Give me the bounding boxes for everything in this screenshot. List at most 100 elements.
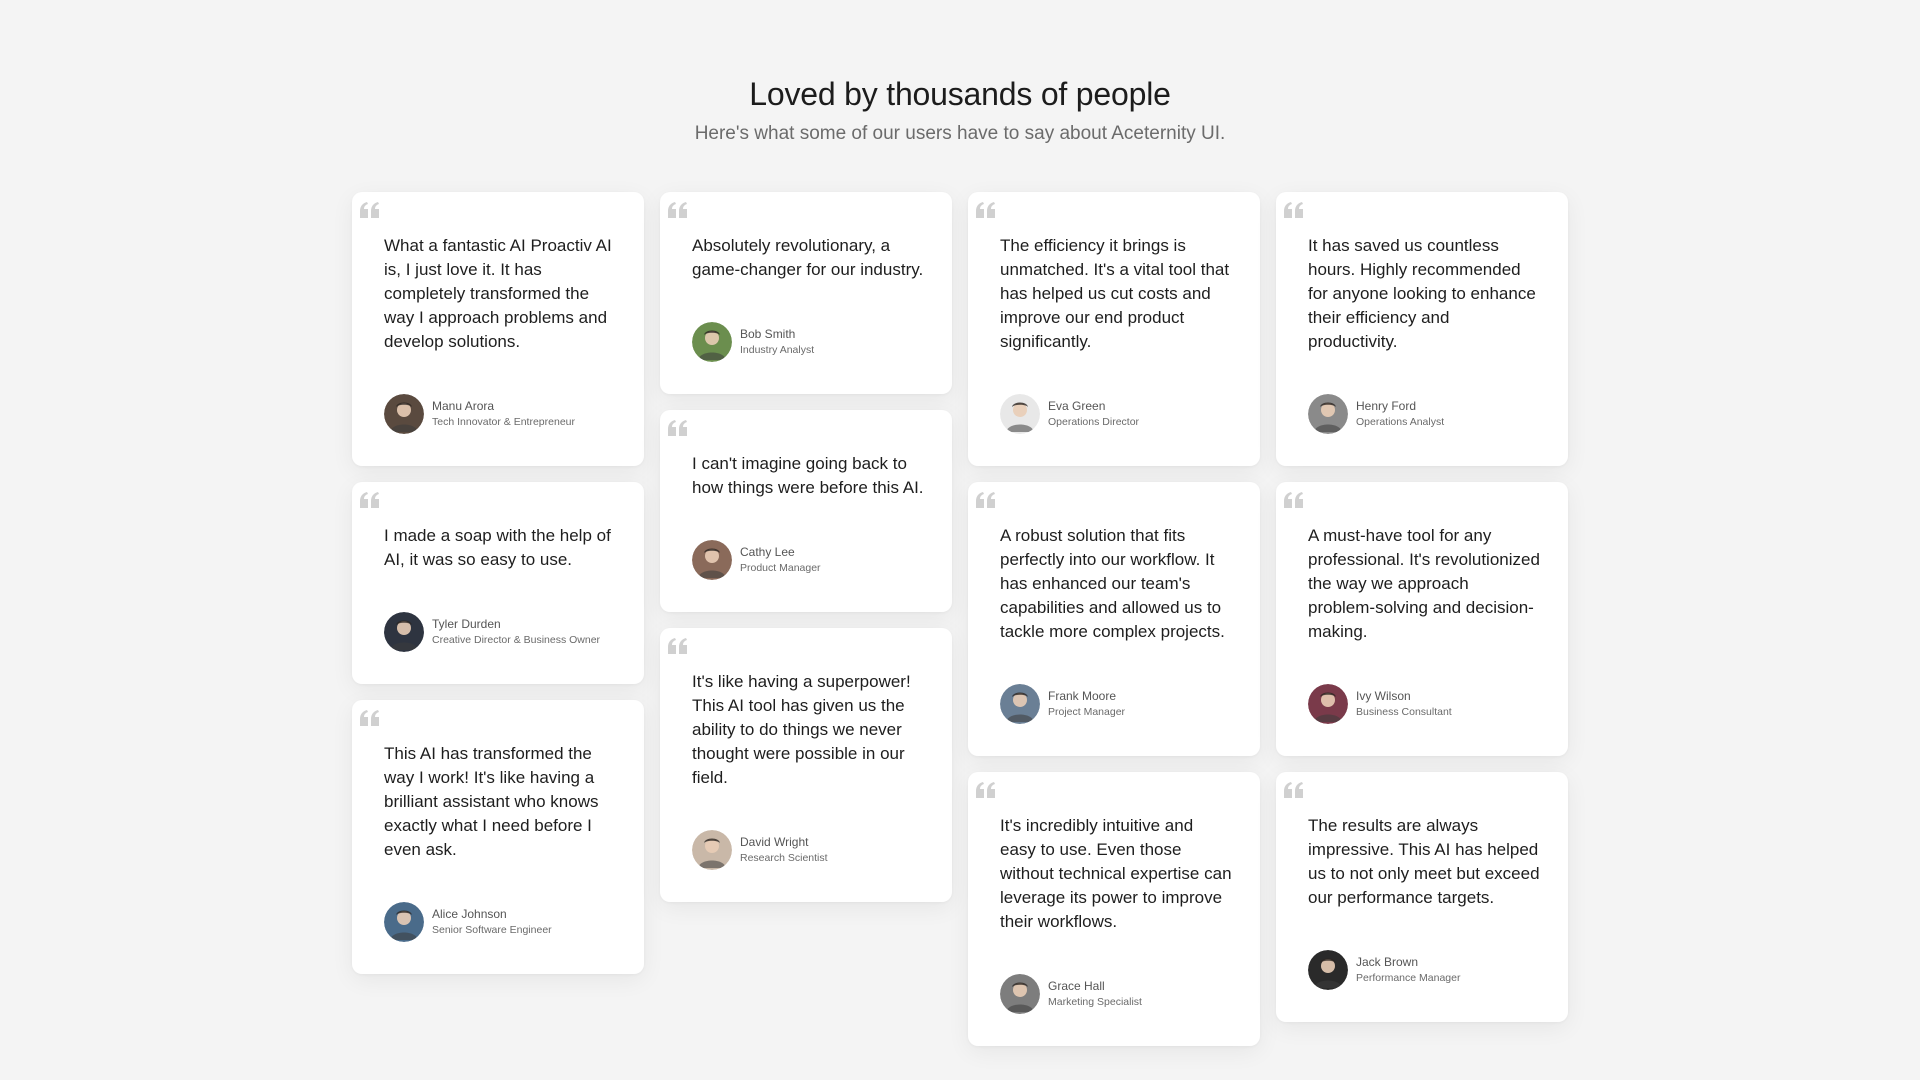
- quote-icon: [360, 202, 380, 218]
- author-info: Jack Brown Performance Manager: [1356, 955, 1460, 985]
- testimonial-card: What a fantastic AI Proactiv AI is, I ju…: [352, 192, 644, 466]
- author-role: Research Scientist: [740, 852, 828, 864]
- page-title: Loved by thousands of people: [749, 76, 1171, 112]
- author-name: Manu Arora: [432, 399, 495, 413]
- testimonial-quote: I can't imagine going back to how things…: [692, 454, 924, 497]
- testimonial-quote: The results are always impressive. This …: [1308, 816, 1540, 907]
- testimonial-card: Absolutely revolutionary, a game-changer…: [660, 192, 952, 394]
- author-info: Eva Green Operations Director: [1048, 399, 1139, 429]
- avatar-bob-smith: [692, 322, 732, 362]
- testimonial-author: David Wright Research Scientist: [692, 830, 924, 870]
- author-name: Eva Green: [1048, 399, 1106, 413]
- testimonial-card: I made a soap with the help of AI, it wa…: [352, 482, 644, 684]
- testimonial-column: The efficiency it brings is unmatched. I…: [968, 192, 1260, 1046]
- testimonial-card: It's like having a superpower! This AI t…: [660, 628, 952, 902]
- author-name: Tyler Durden: [432, 617, 501, 631]
- testimonial-column: Absolutely revolutionary, a game-changer…: [660, 192, 952, 1046]
- testimonial-author: Ivy Wilson Business Consultant: [1308, 684, 1540, 724]
- quote-icon: [1284, 782, 1304, 798]
- quote-icon: [1284, 492, 1304, 508]
- avatar-ivy-wilson: [1308, 684, 1348, 724]
- avatar-jack-brown: [1308, 950, 1348, 990]
- testimonials-grid: What a fantastic AI Proactiv AI is, I ju…: [352, 192, 1568, 1046]
- testimonial-author: Manu Arora Tech Innovator & Entrepreneur: [384, 394, 616, 434]
- author-info: Cathy Lee Product Manager: [740, 545, 821, 575]
- author-name: Jack Brown: [1356, 955, 1419, 969]
- testimonial-quote: I made a soap with the help of AI, it wa…: [384, 526, 611, 569]
- author-role: Product Manager: [740, 562, 821, 574]
- author-info: Grace Hall Marketing Specialist: [1048, 979, 1142, 1009]
- avatar-david-wright: [692, 830, 732, 870]
- author-name: Ivy Wilson: [1356, 689, 1411, 703]
- page-subtitle: Here's what some of our users have to sa…: [694, 123, 1226, 144]
- author-info: David Wright Research Scientist: [740, 835, 828, 865]
- author-role: Senior Software Engineer: [432, 924, 552, 936]
- quote-icon: [1284, 202, 1304, 218]
- author-name: Henry Ford: [1356, 399, 1417, 413]
- testimonial-card: This AI has transformed the way I work! …: [352, 700, 644, 974]
- testimonial-column: What a fantastic AI Proactiv AI is, I ju…: [352, 192, 644, 1046]
- author-role: Operations Analyst: [1356, 416, 1445, 428]
- quote-icon: [976, 492, 996, 508]
- quote-icon: [976, 782, 996, 798]
- testimonial-column: It has saved us countless hours. Highly …: [1276, 192, 1568, 1046]
- quote-icon: [976, 202, 996, 218]
- testimonial-quote: It has saved us countless hours. Highly …: [1308, 236, 1536, 351]
- quote-icon: [668, 420, 688, 436]
- testimonial-card: A robust solution that fits perfectly in…: [968, 482, 1260, 756]
- testimonial-author: Tyler Durden Creative Director & Business…: [384, 612, 616, 652]
- author-role: Tech Innovator & Entrepreneur: [432, 416, 576, 428]
- testimonial-quote: It's incredibly intuitive and easy to us…: [1000, 816, 1232, 931]
- author-info: Manu Arora Tech Innovator & Entrepreneur: [432, 399, 575, 429]
- testimonial-card: The results are always impressive. This …: [1276, 772, 1568, 1022]
- author-role: Marketing Specialist: [1048, 996, 1142, 1008]
- avatar-grace-hall: [1000, 974, 1040, 1014]
- testimonial-quote: A must-have tool for any professional. I…: [1308, 526, 1540, 641]
- author-role: Performance Manager: [1356, 972, 1461, 984]
- testimonial-author: Frank Moore Project Manager: [1000, 684, 1232, 724]
- testimonial-quote: What a fantastic AI Proactiv AI is, I ju…: [384, 236, 612, 351]
- author-name: David Wright: [740, 835, 809, 849]
- testimonial-quote: This AI has transformed the way I work! …: [384, 744, 599, 859]
- avatar-tyler-durden: [384, 612, 424, 652]
- avatar-alice-johnson: [384, 902, 424, 942]
- author-name: Alice Johnson: [432, 907, 507, 921]
- testimonial-author: Eva Green Operations Director: [1000, 394, 1232, 434]
- testimonial-author: Bob Smith Industry Analyst: [692, 322, 924, 362]
- testimonial-card: I can't imagine going back to how things…: [660, 410, 952, 612]
- author-info: Ivy Wilson Business Consultant: [1356, 689, 1452, 719]
- testimonials-header: Loved by thousands of people Here's what…: [0, 76, 1920, 145]
- testimonial-quote: It's like having a superpower! This AI t…: [692, 672, 911, 787]
- author-info: Frank Moore Project Manager: [1048, 689, 1125, 719]
- testimonial-author: Henry Ford Operations Analyst: [1308, 394, 1540, 434]
- testimonial-author: Cathy Lee Product Manager: [692, 540, 924, 580]
- author-name: Cathy Lee: [740, 545, 795, 559]
- avatar-manu-arora: [384, 394, 424, 434]
- author-role: Operations Director: [1048, 416, 1140, 428]
- author-role: Industry Analyst: [740, 344, 815, 356]
- testimonial-card: The efficiency it brings is unmatched. I…: [968, 192, 1260, 466]
- testimonial-quote: Absolutely revolutionary, a game-changer…: [692, 236, 924, 279]
- avatar-henry-ford: [1308, 394, 1348, 434]
- author-role: Project Manager: [1048, 706, 1126, 718]
- author-info: Henry Ford Operations Analyst: [1356, 399, 1444, 429]
- author-role: Creative Director & Business Owner: [432, 634, 601, 646]
- testimonial-card: It's incredibly intuitive and easy to us…: [968, 772, 1260, 1046]
- avatar-eva-green: [1000, 394, 1040, 434]
- testimonial-author: Grace Hall Marketing Specialist: [1000, 974, 1232, 1014]
- testimonial-card: A must-have tool for any professional. I…: [1276, 482, 1568, 756]
- avatar-frank-moore: [1000, 684, 1040, 724]
- testimonial-author: Alice Johnson Senior Software Engineer: [384, 902, 616, 942]
- author-role: Business Consultant: [1356, 706, 1452, 718]
- author-name: Frank Moore: [1048, 689, 1117, 703]
- author-name: Bob Smith: [740, 327, 796, 341]
- testimonial-quote: A robust solution that fits perfectly in…: [1000, 526, 1225, 641]
- quote-icon: [668, 202, 688, 218]
- quote-icon: [360, 492, 380, 508]
- author-info: Tyler Durden Creative Director & Business…: [432, 617, 600, 647]
- avatar-cathy-lee: [692, 540, 732, 580]
- quote-icon: [360, 710, 380, 726]
- author-name: Grace Hall: [1048, 979, 1105, 993]
- author-info: Bob Smith Industry Analyst: [740, 327, 814, 357]
- author-info: Alice Johnson Senior Software Engineer: [432, 907, 552, 937]
